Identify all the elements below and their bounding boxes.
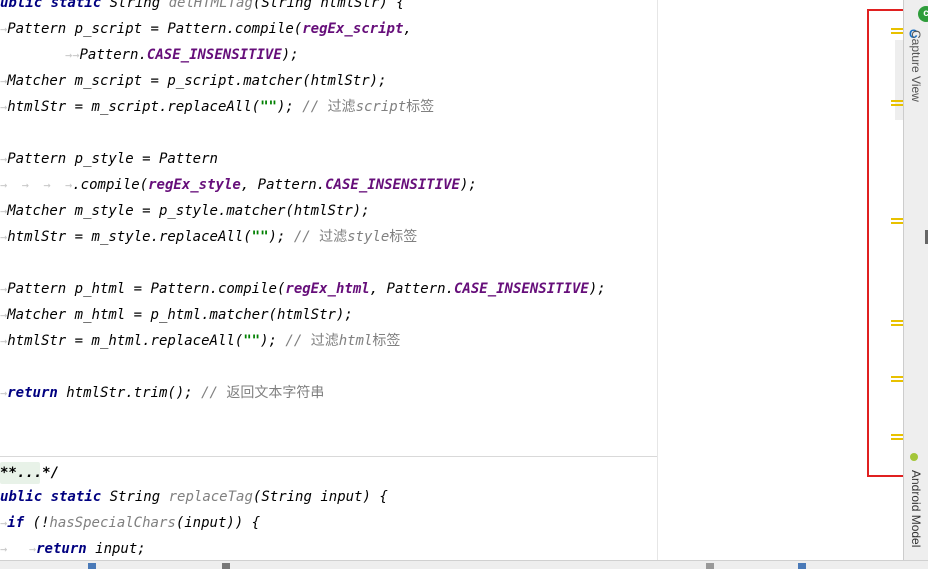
token: htmlStr = m_style.replaceAll( [7,229,252,245]
code-line[interactable]: →htmlStr = m_html.replaceAll(""); // 过滤h… [0,328,400,354]
token-tab: → → [0,542,37,556]
token-str: "" [260,99,277,115]
code-line[interactable]: →if (!hasSpecialChars(input)) { [0,510,260,536]
method-separator [0,456,657,457]
token: ); [268,229,294,245]
token: , Pattern. [369,281,454,297]
token-fld: CASE_INSENSITIVE [325,177,460,193]
status-icon [798,563,806,569]
code-line[interactable]: ublic static String replaceTag(String in… [0,484,388,510]
token-cmt: style [347,229,390,245]
folded-comment-text: **...*/ [0,465,60,481]
token: Matcher m_script = p_script.matcher(html… [7,73,387,89]
token-tab: → → → → [0,178,73,192]
status-badge[interactable]: c [918,6,928,22]
code-line[interactable]: ublic static String delHTMLTag(String ht… [0,0,405,16]
token-cmt-cn: 返回文本字符串 [226,385,325,401]
token-str: "" [243,333,261,349]
code-line[interactable]: →Matcher m_script = p_script.matcher(htm… [0,68,387,94]
android-icon [910,453,918,461]
token-cmt: // [201,385,227,401]
token-fld: regEx_html [285,281,370,297]
code-line[interactable]: → →return input; [0,536,146,560]
token-fld: regEx_style [148,177,241,193]
status-icon [222,563,230,569]
code-line[interactable]: →Pattern p_html = Pattern.compile(regEx_… [0,276,606,302]
folded-comment[interactable]: **...*/ [0,462,59,484]
token-cmt-cn: 过滤 [319,229,348,245]
token: htmlStr.trim(); [66,385,202,401]
token-muted: hasSpecialChars [49,515,176,531]
token: .compile( [72,177,149,193]
code-line[interactable]: →Pattern p_script = Pattern.compile(regE… [0,16,412,42]
token: String [109,0,169,11]
token-fld: CASE_INSENSITIVE [453,281,589,297]
token: ); [281,47,299,63]
token-cmt-cn: 过滤 [310,333,339,349]
status-icon [88,563,96,569]
tab-capture-view[interactable]: Capture View [905,30,923,102]
code-line[interactable]: →Matcher m_style = p_style.matcher(htmlS… [0,198,370,224]
code-line[interactable]: →return htmlStr.trim(); // 返回文本字符串 [0,380,324,406]
status-icon [706,563,714,569]
token: ); [260,333,286,349]
status-bar [0,560,928,569]
token-cmt: html [338,333,373,349]
token-cmt: // [302,99,328,115]
token: Matcher m_style = p_style.matcher(htmlSt… [7,203,370,219]
token-cmt-cn: 过滤 [327,99,356,115]
token: Matcher m_html = p_html.matcher(htmlStr)… [7,307,353,323]
token-kw: ublic [0,0,51,11]
token: , Pattern. [240,177,326,193]
token-fld: CASE_INSENSITIVE [146,47,282,63]
token-kw: if [7,515,33,531]
token-cmt-cn: 标签 [389,229,418,245]
token-fld: regEx_script [302,21,404,37]
token-muted: delHTMLTag [168,0,253,11]
token: htmlStr = m_script.replaceAll( [7,99,261,115]
token: Pattern. [79,47,147,63]
code-line[interactable]: →→Pattern.CASE_INSENSITIVE); [0,42,299,68]
token-kw: return [36,541,96,557]
token-kw: ublic [0,489,51,505]
code-line[interactable]: →htmlStr = m_script.replaceAll(""); // 过… [0,94,434,120]
token-kw: return [7,385,67,401]
token-cmt-cn: 标签 [406,99,435,115]
token: htmlStr = m_html.replaceAll( [7,333,244,349]
right-margin-guide [657,0,658,560]
token: ); [459,177,477,193]
code-line[interactable]: →Pattern p_style = Pattern [0,146,218,172]
token: input; [95,541,146,557]
token: (String input) { [252,489,388,505]
token-cmt-cn: 标签 [372,333,401,349]
code-line[interactable]: →htmlStr = m_style.replaceAll(""); // 过滤… [0,224,417,250]
token: , [403,21,412,37]
token: Pattern p_html = Pattern.compile( [7,281,286,297]
token: Pattern p_style = Pattern [7,151,218,167]
token-str: "" [251,229,269,245]
token: (String htmlStr) { [252,0,405,11]
token-kw: static [50,0,110,11]
token-cmt: script [355,99,407,115]
token-cmt: // [285,333,311,349]
code-editor[interactable]: ublic static String delHTMLTag(String ht… [0,0,890,560]
token-cmt: // [293,229,320,245]
token: (input)) { [175,515,261,531]
token-kw: static [50,489,110,505]
token: (! [32,515,50,531]
code-line[interactable]: → → → →.compile(regEx_style, Pattern.CAS… [0,172,477,198]
token-muted: replaceTag [168,489,253,505]
token-tab: →→ [0,48,80,62]
token: ); [276,99,303,115]
token: String [109,489,169,505]
code-line[interactable]: →Matcher m_html = p_html.matcher(htmlStr… [0,302,353,328]
token: Pattern p_script = Pattern.compile( [7,21,303,37]
tab-android-model[interactable]: Android Model [905,470,923,547]
token: ); [588,281,606,297]
